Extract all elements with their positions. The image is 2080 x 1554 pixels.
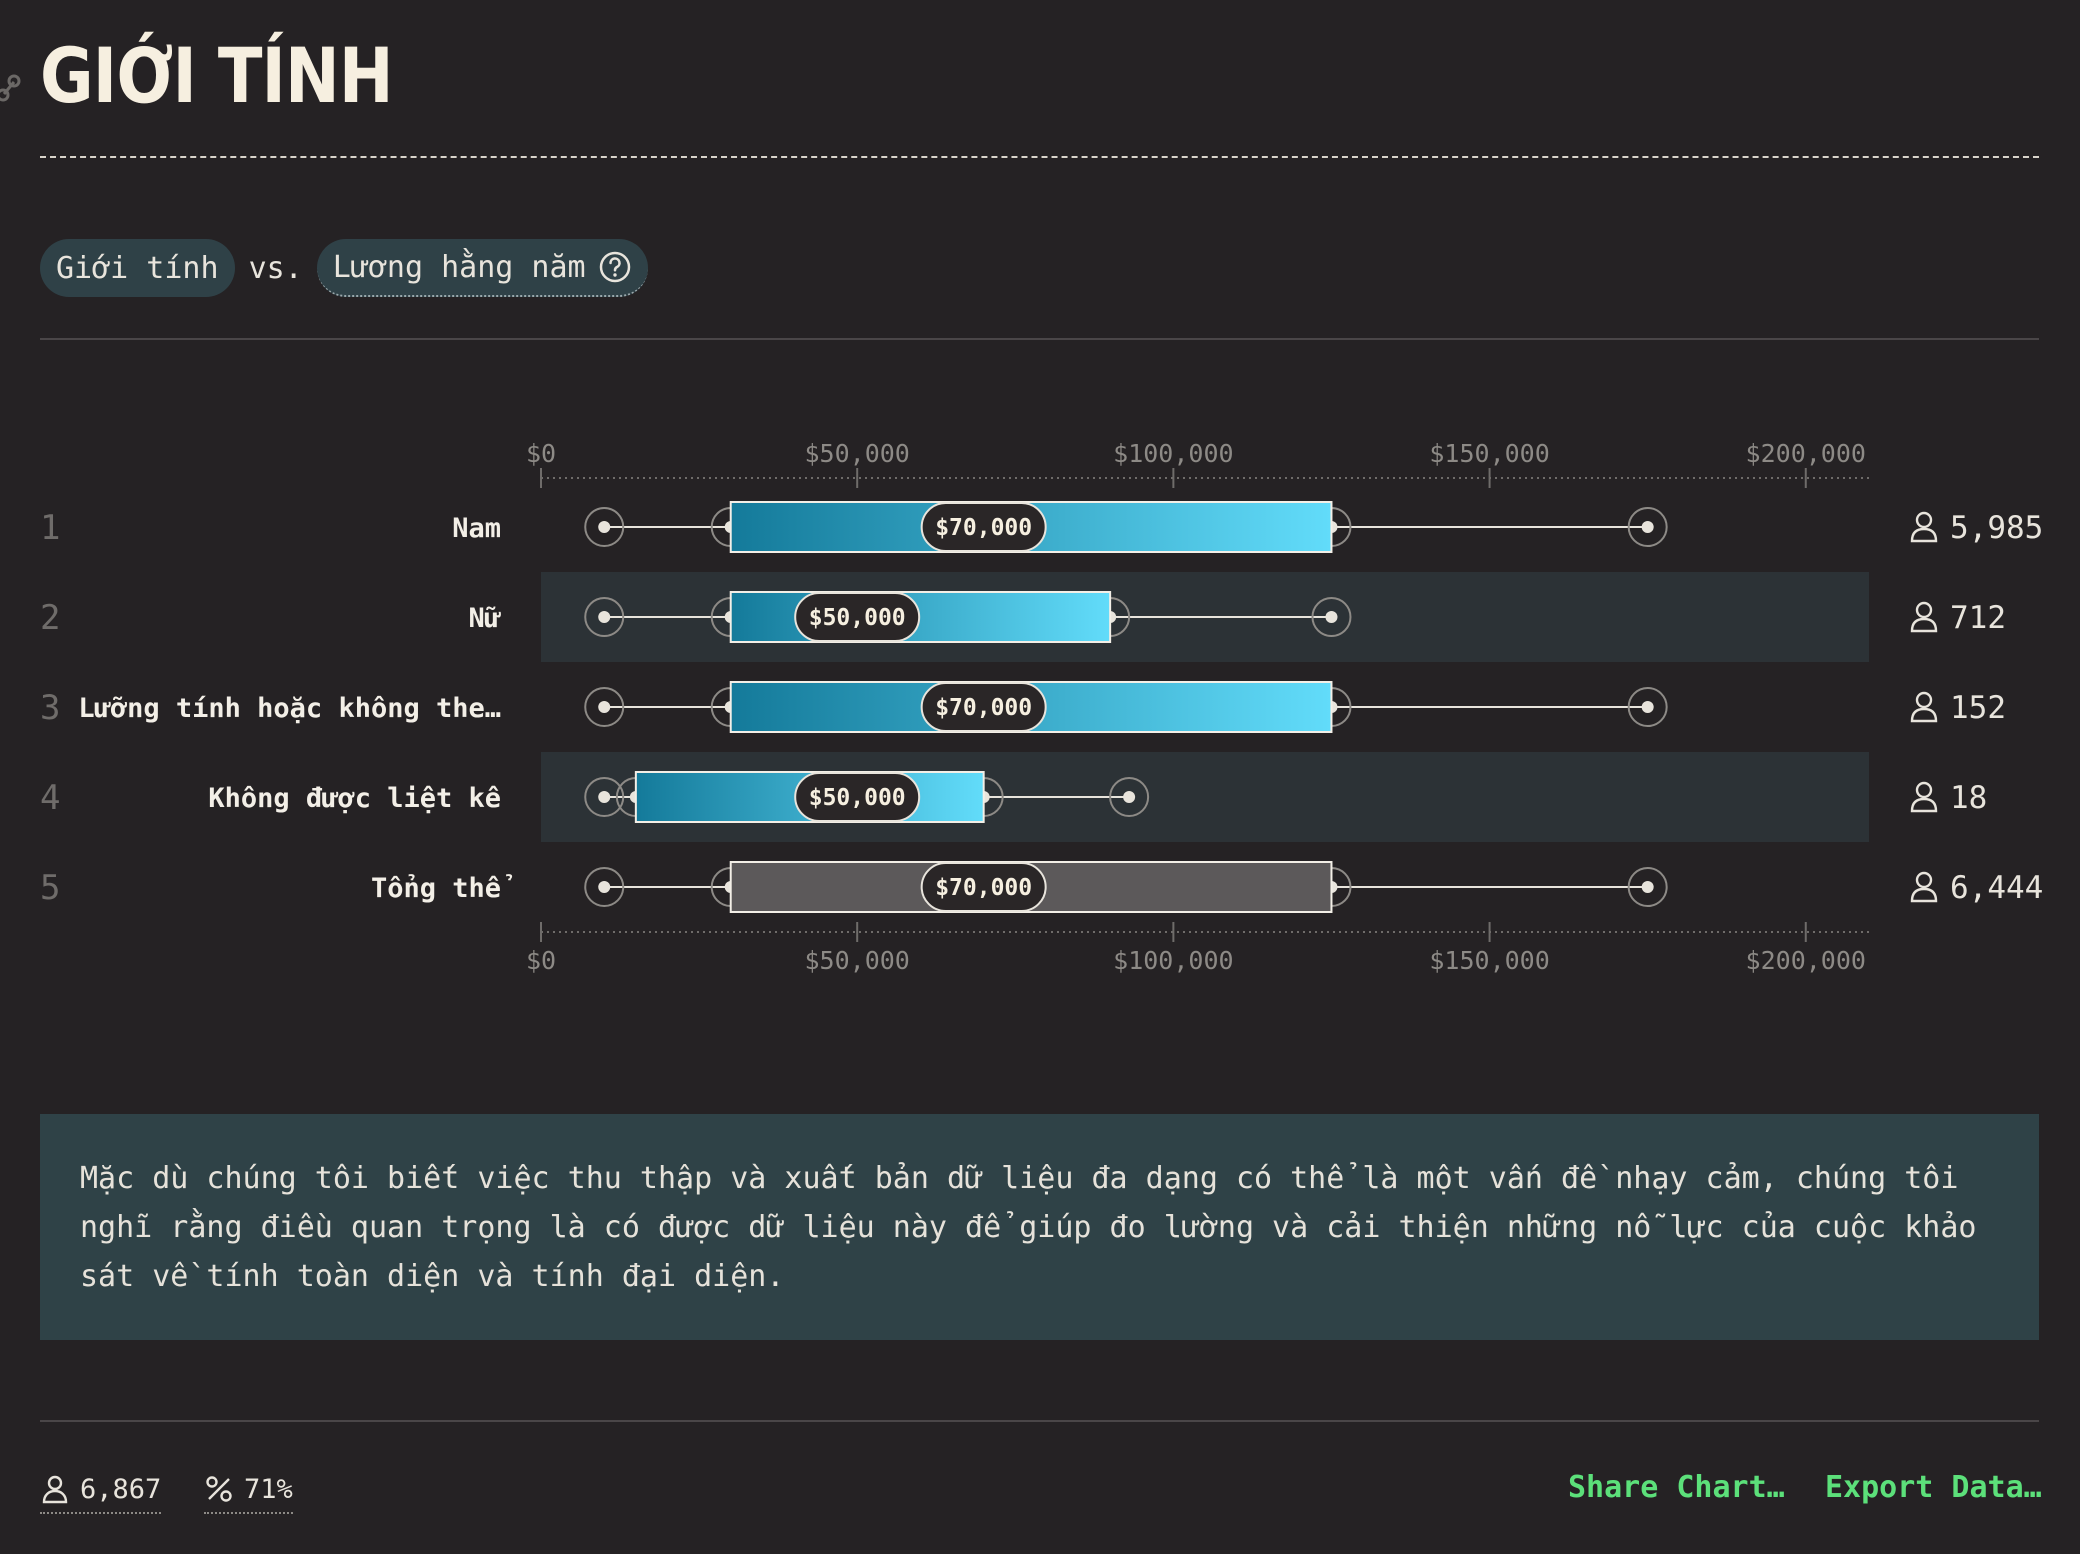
- median-label: $50,000: [809, 605, 906, 631]
- person-icon: [1915, 691, 1933, 709]
- p10-point: [598, 701, 611, 713]
- median-label: $70,000: [935, 875, 1032, 901]
- iqr-box: [729, 591, 1112, 643]
- p10-point: [598, 791, 611, 803]
- footer-divider: [40, 1420, 2039, 1422]
- median-label: $70,000: [935, 515, 1032, 541]
- row-label: Không được liệt kê: [208, 783, 501, 814]
- top-tick-label: $150,000: [1429, 439, 1549, 468]
- bottom-tick-label: $200,000: [1746, 946, 1866, 975]
- p90-point: [1641, 881, 1654, 893]
- top-tick-label: $50,000: [805, 439, 910, 468]
- percent-icon: [206, 1476, 232, 1502]
- median-label: $70,000: [935, 695, 1032, 721]
- top-tick-label: $100,000: [1113, 439, 1233, 468]
- row-rank: 4: [40, 778, 60, 818]
- row-label: Nam: [452, 513, 501, 544]
- respondents-stat[interactable]: 6,867: [40, 1468, 162, 1514]
- share-chart-button[interactable]: Share Chart…: [1568, 1470, 1785, 1505]
- percent-value: 71%: [244, 1473, 293, 1505]
- person-icon: [1915, 601, 1933, 619]
- top-tick-label: $0: [526, 439, 556, 468]
- person-icon-body: [1910, 797, 1938, 813]
- info-note: Mặc dù chúng tôi biết việc thu thập và x…: [40, 1114, 2039, 1340]
- row-label: Nữ: [468, 603, 501, 634]
- bottom-tick-label: $150,000: [1429, 946, 1549, 975]
- p90-point: [1641, 701, 1654, 713]
- p90-point: [1123, 791, 1136, 803]
- person-icon-body: [1910, 617, 1938, 633]
- person-icon-body: [1910, 527, 1938, 543]
- row-count: 5,985: [1950, 510, 2043, 546]
- row-count: 152: [1950, 690, 2006, 726]
- respondents-count: 6,867: [80, 1473, 162, 1505]
- row-rank: 1: [40, 508, 60, 548]
- person-icon: [1915, 511, 1933, 529]
- p10-point: [598, 521, 611, 533]
- top-tick-label: $200,000: [1746, 439, 1866, 468]
- percent-stat[interactable]: 71%: [204, 1468, 293, 1514]
- row-rank: 5: [40, 868, 60, 908]
- p10-point: [598, 881, 611, 893]
- export-data-button[interactable]: Export Data…: [1825, 1470, 2042, 1505]
- bottom-tick-label: $100,000: [1113, 946, 1233, 975]
- row-count: 712: [1950, 600, 2006, 636]
- bottom-tick-label: $50,000: [805, 946, 910, 975]
- p90-point: [1325, 611, 1338, 623]
- person-icon-body: [1910, 887, 1938, 903]
- row-label: Lưỡng tính hoặc không the…: [78, 693, 501, 724]
- person-icon-body: [1910, 707, 1938, 723]
- row-rank: 2: [40, 598, 60, 638]
- p90-point: [1641, 521, 1654, 533]
- row-count: 6,444: [1950, 870, 2043, 906]
- row-label: Tổng thể: [371, 873, 513, 904]
- person-icon: [42, 1475, 68, 1504]
- p10-point: [598, 611, 611, 623]
- person-icon: [1915, 871, 1933, 889]
- row-rank: 3: [40, 688, 60, 728]
- median-label: $50,000: [809, 785, 906, 811]
- person-icon: [1915, 781, 1933, 799]
- bottom-tick-label: $0: [526, 946, 556, 975]
- row-count: 18: [1950, 780, 1987, 816]
